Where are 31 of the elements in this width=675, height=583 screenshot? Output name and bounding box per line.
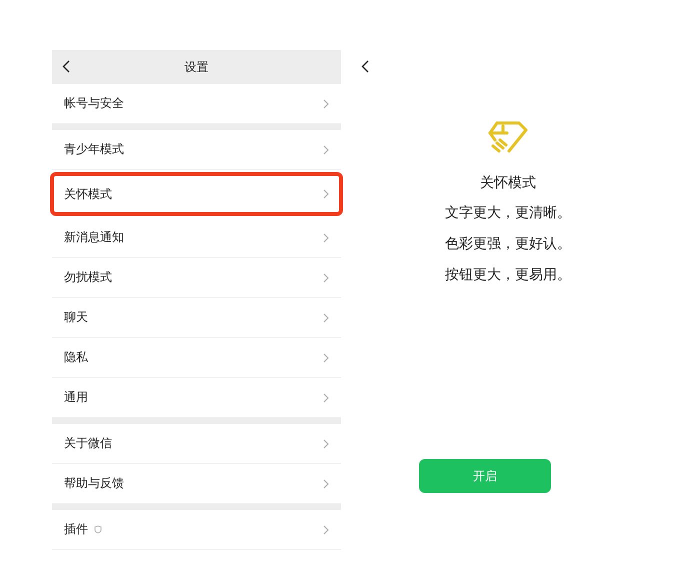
item-label: 青少年模式 <box>64 141 124 158</box>
item-label: 勿扰模式 <box>64 269 112 286</box>
item-label: 帮助与反馈 <box>64 475 124 492</box>
item-label: 隐私 <box>64 349 88 366</box>
chevron-icon <box>323 189 329 199</box>
page-title: 设置 <box>184 58 208 76</box>
item-label: 聊天 <box>64 309 88 326</box>
chevron-icon <box>323 312 329 322</box>
chevron-icon <box>323 272 329 282</box>
mode-title: 关怀模式 <box>480 174 536 192</box>
back-icon[interactable] <box>62 60 70 73</box>
item-label: 关怀模式 <box>64 186 112 202</box>
back-icon[interactable] <box>361 60 369 73</box>
chevron-icon <box>323 144 329 154</box>
item-label: 通用 <box>64 389 88 406</box>
feature-text: 文字更大，更清晰。 <box>445 204 571 223</box>
chevron-icon <box>323 478 329 488</box>
item-label: 插件 <box>64 521 88 538</box>
chevron-icon <box>323 524 329 534</box>
shield-icon <box>94 525 102 534</box>
item-label: 帐号与安全 <box>64 95 124 112</box>
item-label: 新消息通知 <box>64 229 124 246</box>
item-label: 关于微信 <box>64 435 112 452</box>
chevron-icon <box>323 392 329 402</box>
chevron-icon <box>323 352 329 362</box>
feature-text: 按钮更大，更易用。 <box>445 266 571 285</box>
chevron-icon <box>323 232 329 242</box>
feature-text: 色彩更强，更好认。 <box>445 235 571 254</box>
settings-item[interactable]: 关怀模式 <box>50 172 343 216</box>
chevron-icon <box>323 438 329 448</box>
chevron-icon <box>323 98 329 108</box>
